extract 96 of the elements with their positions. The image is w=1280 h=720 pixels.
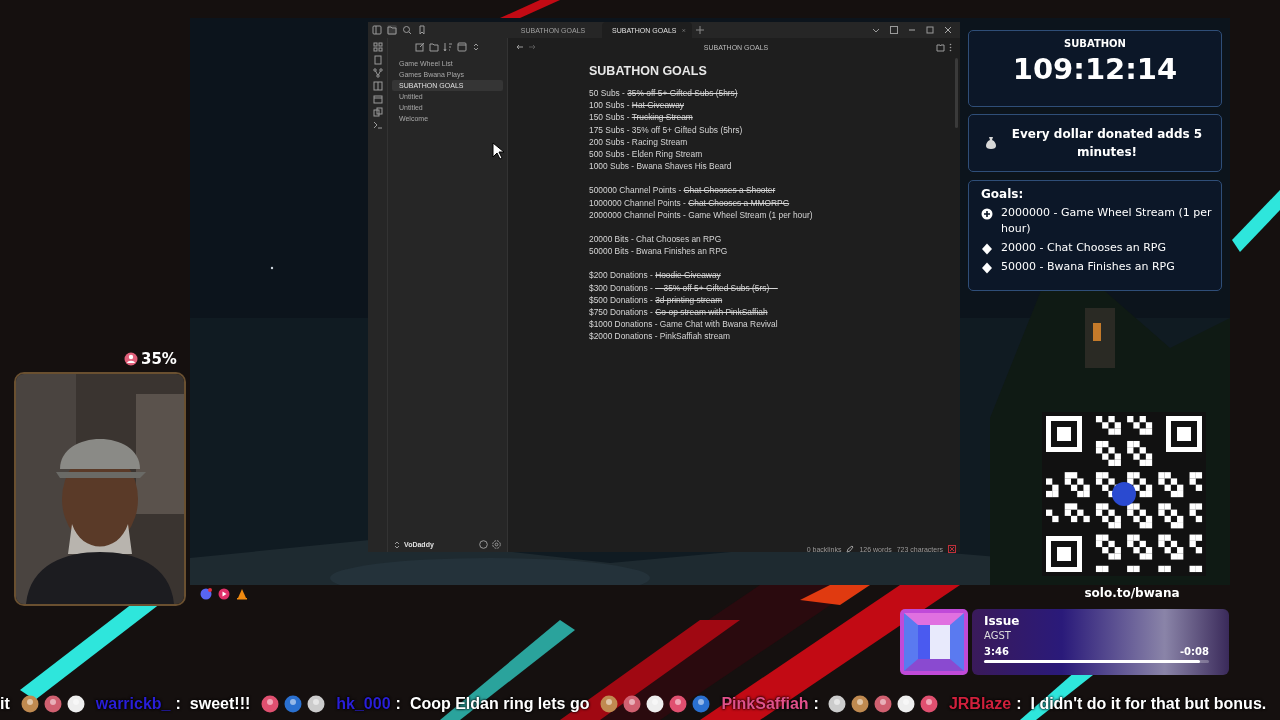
emote-icon [827, 695, 846, 713]
grid-icon[interactable] [372, 42, 383, 52]
emote-icon [20, 695, 39, 713]
timer-value: 109:12:14 [1012, 52, 1178, 86]
note-line: $750 Donations - Co-op stream with PinkSaffiah [589, 306, 769, 319]
note-line: 100 Subs - Hat Giveaway [589, 99, 685, 112]
note-line: 500000 Channel Points - Chat Chooses a Shooter [589, 184, 777, 197]
stripe [1232, 190, 1280, 252]
calendar-icon[interactable] [372, 94, 383, 104]
qr-link[interactable]: solo.to/bwana [1042, 586, 1222, 600]
cursor-icon [492, 142, 504, 160]
chevron-down-icon[interactable] [872, 26, 880, 34]
note-line: $300 Donations - —35% off 5+ Gifted Subs (5rs)— [589, 281, 779, 294]
note-line: 500 Subs - Elden Ring Stream [589, 148, 704, 161]
chat-separator: : [1016, 695, 1022, 713]
app-icon[interactable] [200, 588, 212, 600]
back-icon[interactable] [516, 43, 524, 51]
note-line: 2000000 Channel Points - Game Wheel Stream (1 per hour) [589, 208, 814, 222]
emote-icon [600, 695, 619, 713]
note-line: 200 Subs - Racing Stream [589, 135, 689, 148]
layout-icon[interactable] [890, 26, 898, 34]
artist-name: AGST [984, 629, 1012, 642]
edit-icon[interactable] [846, 545, 855, 553]
goals-title: Goals: [981, 187, 1025, 201]
new-folder-icon[interactable] [428, 42, 439, 52]
emote-icon [646, 695, 665, 713]
money-bag-icon [985, 136, 997, 150]
emote-icon [261, 695, 280, 713]
badge-icon [124, 352, 138, 366]
note-line: 50 Subs - 35% off 5+ Gifted Subs (5hrs) [589, 87, 739, 100]
emote-icon [669, 695, 688, 713]
elapsed-time: 3:46 [984, 645, 1009, 659]
new-tab-icon[interactable] [696, 26, 704, 34]
blocks-icon[interactable] [372, 81, 383, 91]
percent-label: 35% [141, 350, 177, 368]
emote-icon [623, 695, 642, 713]
play-icon[interactable] [218, 588, 230, 600]
chat-separator: : [395, 695, 401, 713]
note-line: $1000 Donations - Game Chat with Bwana Revival [589, 318, 779, 331]
page-icon[interactable] [372, 55, 383, 65]
emote-icon [896, 695, 915, 713]
song-title: Issue [984, 614, 1021, 629]
maximize-icon[interactable] [926, 26, 934, 34]
new-note-icon[interactable] [414, 42, 425, 52]
bookmark-icon[interactable] [417, 25, 427, 35]
note-line: 1000000 Channel Points - Chat Chooses a MMORPG [589, 196, 791, 209]
chat-username: hk_000 [336, 695, 391, 713]
goal-text: 2000000 - Game Wheel Stream (1 per hour) [1001, 205, 1213, 237]
note-line: $2000 Donations - PinkSaffiah stream [589, 330, 731, 343]
goal-text: 20000 - Chat Chooses an RPG [1001, 240, 1166, 256]
emote-icon [873, 695, 892, 713]
plus-circle-icon [981, 208, 993, 220]
search-icon[interactable] [402, 25, 412, 35]
emote-icon [850, 695, 869, 713]
forward-icon[interactable] [528, 43, 536, 51]
switch-vault-icon[interactable] [394, 540, 400, 549]
folder-icon[interactable] [387, 25, 397, 35]
note-line: $200 Donations - Hoodie Giveaway [589, 269, 722, 282]
note-title: SUBATHON GOALS [589, 64, 708, 78]
chat-message: sweet!!! [189, 695, 251, 713]
emote-icon [43, 695, 62, 713]
terminal-icon[interactable] [372, 120, 383, 130]
note-line: $500 Donations - 3d printing stream [589, 293, 724, 307]
chat-username: warrickb_ [95, 695, 171, 713]
note-line: 20000 Bits - Chat Chooses an RPG [589, 233, 723, 246]
emote-icon [692, 695, 711, 713]
emote-icon [307, 695, 326, 713]
remaining-time: -0:08 [1179, 645, 1209, 659]
minimize-icon[interactable] [908, 26, 916, 34]
chat-separator: : [813, 695, 819, 713]
sidebar-toggle-icon[interactable] [372, 25, 382, 35]
help-icon[interactable] [479, 540, 488, 549]
note-line: 1000 Subs - Bwana Shaves His Beard [589, 160, 733, 173]
copy-icon[interactable] [372, 107, 383, 117]
diamond-icon [981, 243, 993, 255]
sort-icon[interactable] [442, 42, 453, 52]
chat-username: JRBlaze [948, 695, 1012, 713]
graph-icon[interactable] [372, 68, 383, 78]
close-icon[interactable] [944, 26, 952, 34]
timer-title: SUBATHON [1064, 38, 1126, 49]
emote-icon [284, 695, 303, 713]
collapse-icon[interactable] [456, 42, 467, 52]
sync-icon[interactable] [948, 545, 956, 553]
note-line: 175 Subs - 35% off 5+ Gifted Subs (5hrs) [589, 123, 744, 136]
note-line: 50000 Bits - Bwana Finishes an RPG [589, 245, 729, 258]
emote-icon [919, 695, 938, 713]
reading-view-icon[interactable] [936, 42, 945, 52]
note-line: 150 Subs - Trucking Stream [589, 111, 694, 124]
goal-text: 50000 - Bwana Finishes an RPG [1001, 259, 1175, 275]
emote-icon [66, 695, 85, 713]
chat-message: it [0, 695, 10, 713]
settings-icon[interactable] [492, 540, 501, 549]
diamond-icon [981, 262, 993, 274]
donation-note: Every dollar donated adds 5 minutes! [1010, 126, 1204, 161]
cone-icon[interactable] [236, 588, 248, 600]
chat-separator: : [175, 695, 181, 713]
